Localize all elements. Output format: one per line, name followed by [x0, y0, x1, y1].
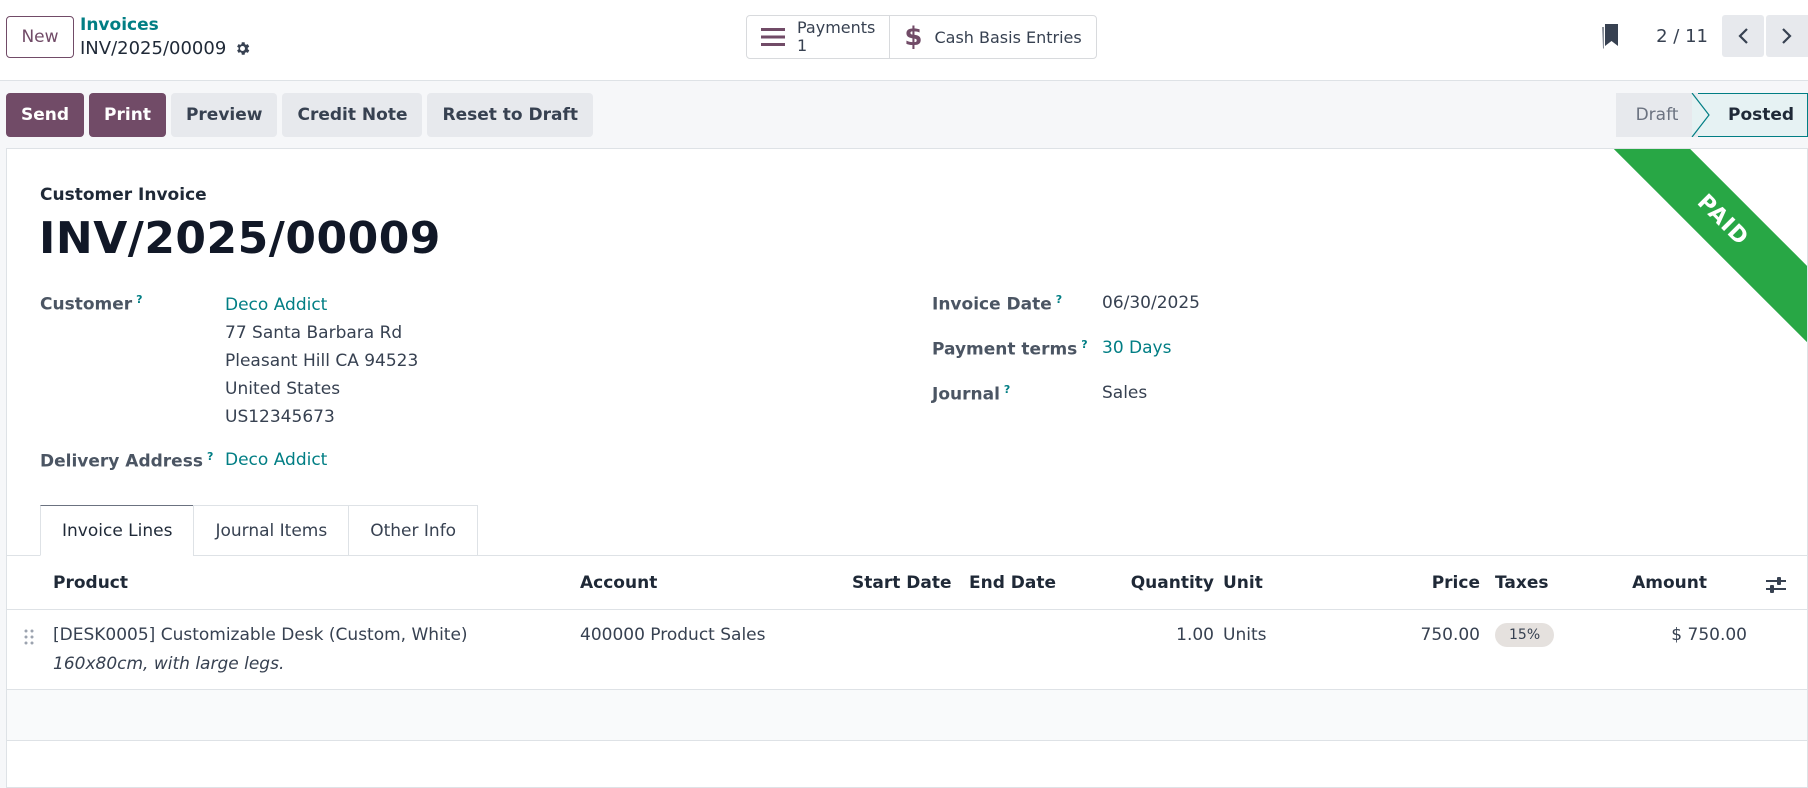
dollar-icon: $	[904, 22, 923, 52]
line-amount: $ 750.00	[1671, 625, 1747, 645]
document-type: Customer Invoice	[40, 185, 207, 205]
tab-journal-items[interactable]: Journal Items	[193, 505, 350, 556]
column-header-product[interactable]: Product	[53, 573, 128, 593]
journal-label-text: Journal	[932, 384, 1000, 405]
cash-basis-entries-smart-button[interactable]: $ Cash Basis Entries	[889, 16, 1095, 58]
invoice-date-value[interactable]: 06/30/2025	[1102, 293, 1200, 313]
customer-label: Customer?	[40, 293, 143, 315]
column-header-amount[interactable]: Amount	[1632, 573, 1707, 593]
payment-terms-label: Payment terms?	[932, 338, 1088, 360]
journal-value[interactable]: Sales	[1102, 383, 1147, 403]
control-panel: New Invoices INV/2025/00009 Payments 1 $…	[0, 0, 1808, 81]
help-icon[interactable]: ?	[207, 450, 213, 463]
customer-address-line: 77 Santa Barbara Rd	[225, 323, 403, 343]
print-button[interactable]: Print	[89, 93, 166, 137]
help-icon[interactable]: ?	[1004, 383, 1010, 396]
row-divider	[7, 740, 1807, 741]
customer-address-line: Pleasant Hill CA 94523	[225, 351, 419, 371]
preview-button[interactable]: Preview	[170, 93, 278, 137]
delivery-address-label-text: Delivery Address	[40, 451, 203, 472]
column-settings-icon[interactable]	[1765, 575, 1787, 595]
pager: 2 / 11	[1600, 14, 1808, 58]
new-button[interactable]: New	[6, 16, 74, 58]
invoice-date-label-text: Invoice Date	[932, 294, 1052, 315]
customer-name-link[interactable]: Deco Addict	[225, 291, 418, 319]
reset-to-draft-button[interactable]: Reset to Draft	[427, 93, 594, 137]
gear-icon[interactable]	[234, 40, 251, 57]
paid-ribbon-label: PAID	[1607, 149, 1807, 346]
chevron-right-icon	[1782, 28, 1792, 44]
action-bar: Send Print Preview Credit Note Reset to …	[6, 93, 594, 137]
breadcrumb-invoices-link[interactable]: Invoices	[80, 15, 159, 35]
pager-previous-button[interactable]	[1722, 15, 1764, 57]
empty-row	[7, 690, 1807, 740]
tab-other-info[interactable]: Other Info	[348, 505, 479, 556]
header-divider	[7, 609, 1807, 610]
send-button[interactable]: Send	[6, 93, 85, 137]
smart-buttons: Payments 1 $ Cash Basis Entries	[746, 15, 1097, 59]
line-quantity[interactable]: 1.00	[1176, 625, 1214, 645]
notebook-tabs: Invoice Lines Journal Items Other Info	[40, 505, 479, 556]
customer-vat: US12345673	[225, 407, 335, 427]
column-header-unit[interactable]: Unit	[1223, 573, 1263, 593]
customer-address-line: United States	[225, 379, 341, 399]
column-header-account[interactable]: Account	[580, 573, 657, 593]
page-title: INV/2025/00009	[39, 213, 441, 264]
column-header-start-date[interactable]: Start Date	[852, 573, 952, 593]
line-description: 160x80cm, with large legs.	[53, 654, 285, 674]
customer-label-text: Customer	[40, 294, 133, 315]
paid-ribbon: PAID	[1607, 149, 1807, 349]
line-product-link[interactable]: [DESK0005] Customizable Desk (Custom, Wh…	[53, 625, 468, 645]
tab-invoice-lines[interactable]: Invoice Lines	[40, 505, 195, 556]
line-account[interactable]: 400000 Product Sales	[580, 625, 766, 645]
cash-basis-entries-label: Cash Basis Entries	[934, 27, 1082, 47]
pager-value[interactable]: 2 / 11	[1656, 26, 1708, 47]
pager-next-button[interactable]	[1766, 15, 1808, 57]
drag-handle-icon[interactable]	[24, 629, 34, 645]
chevron-left-icon	[1738, 28, 1748, 44]
status-arrow	[1690, 93, 1710, 137]
payments-count: 1	[797, 36, 808, 55]
payments-smart-button[interactable]: Payments 1	[747, 16, 889, 58]
column-header-end-date[interactable]: End Date	[969, 573, 1056, 593]
payments-label: Payments	[797, 18, 876, 37]
status-step-posted[interactable]: Posted	[1698, 93, 1808, 137]
bookmark-icon[interactable]	[1600, 23, 1620, 49]
journal-label: Journal?	[932, 383, 1010, 405]
breadcrumb-current-label: INV/2025/00009	[80, 38, 227, 59]
column-header-quantity[interactable]: Quantity	[1131, 573, 1214, 593]
tax-badge[interactable]: 15%	[1495, 623, 1555, 647]
help-icon[interactable]: ?	[136, 293, 142, 306]
invoice-date-label: Invoice Date?	[932, 293, 1062, 315]
delivery-address-link[interactable]: Deco Addict	[225, 450, 327, 470]
payment-terms-label-text: Payment terms	[932, 339, 1078, 360]
customer-field: Deco Addict 77 Santa Barbara Rd Pleasant…	[225, 291, 418, 431]
line-unit-link[interactable]: Units	[1223, 625, 1266, 645]
column-header-price[interactable]: Price	[1432, 573, 1480, 593]
credit-note-button[interactable]: Credit Note	[282, 93, 423, 137]
status-step-draft[interactable]: Draft	[1616, 93, 1698, 137]
bars-icon	[761, 28, 785, 46]
delivery-address-label: Delivery Address?	[40, 450, 213, 472]
form-sheet: PAID Customer Invoice INV/2025/00009 Cus…	[6, 148, 1808, 788]
status-bar: Draft Posted	[1616, 93, 1808, 137]
help-icon[interactable]: ?	[1056, 293, 1062, 306]
help-icon[interactable]: ?	[1081, 338, 1087, 351]
line-price[interactable]: 750.00	[1421, 625, 1480, 645]
column-header-taxes[interactable]: Taxes	[1495, 573, 1549, 593]
payment-terms-link[interactable]: 30 Days	[1102, 338, 1171, 358]
breadcrumb-current: INV/2025/00009	[80, 38, 251, 59]
